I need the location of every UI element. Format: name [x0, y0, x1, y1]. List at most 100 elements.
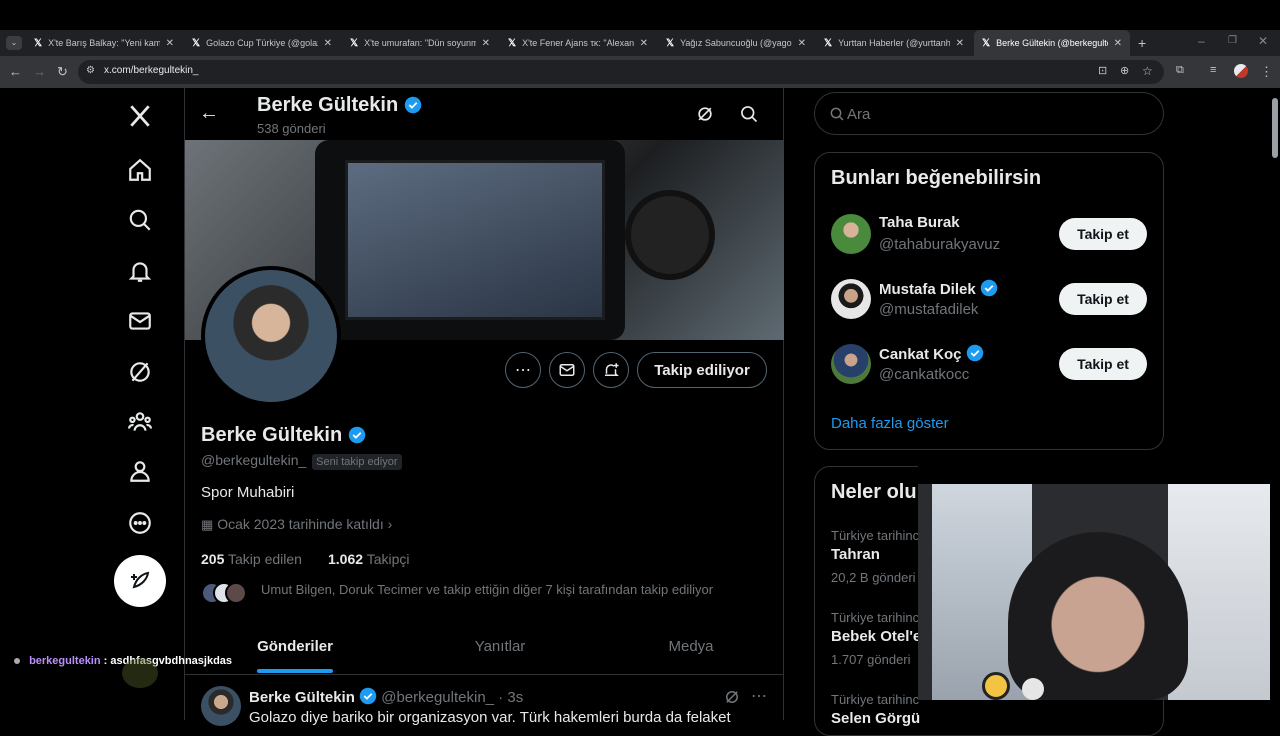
omnibox[interactable]: ⚙: [78, 60, 1164, 84]
follow-button[interactable]: Takip et: [1059, 283, 1147, 315]
follow-button[interactable]: Takip et: [1059, 348, 1147, 380]
close-icon[interactable]: ✕: [166, 38, 174, 49]
post-avatar[interactable]: [201, 686, 241, 726]
browser-tab[interactable]: 𝕏 X'te Fener Ajans τκ: "Alexander ✕: [500, 30, 656, 56]
trend-context: Türkiye tarihinc: [831, 610, 920, 625]
tab-media[interactable]: Medya: [668, 638, 713, 655]
verified-badge-icon: [359, 687, 377, 705]
compose-post-button[interactable]: [114, 555, 166, 607]
suggestion-name-row[interactable]: Cankat Koç: [879, 344, 984, 363]
joined-date[interactable]: ▦ Ocak 2023 tarihinde katıldı ›: [201, 516, 392, 533]
follow-button[interactable]: Takip et: [1059, 218, 1147, 250]
restore-icon[interactable]: ❐: [1228, 35, 1237, 46]
panel-title: Neler olu: [831, 481, 917, 503]
post-author-name[interactable]: Berke Gültekin: [249, 689, 355, 706]
close-icon[interactable]: ✕: [324, 38, 332, 49]
extensions-icon[interactable]: ⧉: [1176, 64, 1184, 77]
bookmark-star-icon[interactable]: ☆: [1142, 64, 1153, 78]
communities-icon[interactable]: [124, 406, 156, 438]
search-input[interactable]: [847, 103, 1147, 125]
more-menu-icon[interactable]: ⋮: [1260, 64, 1273, 80]
x-logo-icon[interactable]: [124, 100, 156, 132]
suggestion-handle[interactable]: @mustafadilek: [879, 301, 978, 318]
avatar[interactable]: [831, 214, 871, 254]
scrollbar[interactable]: [1270, 88, 1280, 720]
camera-screen: [345, 160, 605, 320]
search-box[interactable]: [814, 92, 1164, 135]
site-info-icon[interactable]: ⚙: [86, 65, 95, 76]
show-more-link[interactable]: Daha fazla göster: [831, 415, 949, 432]
close-icon[interactable]: ✕: [482, 38, 490, 49]
trend-name[interactable]: Selen Görgü: [831, 710, 920, 727]
message-button[interactable]: [549, 352, 585, 388]
suggestion-handle[interactable]: @cankatkocc: [879, 366, 969, 383]
close-icon[interactable]: ✕: [956, 38, 964, 49]
explore-search-icon[interactable]: [124, 204, 156, 236]
search-icon[interactable]: [739, 104, 759, 129]
install-icon[interactable]: ⊡: [1098, 64, 1107, 77]
avatar[interactable]: [831, 279, 871, 319]
post-time[interactable]: · 3s: [498, 689, 523, 706]
suggestion-name: Cankat Koç: [879, 346, 962, 363]
address-bar: ← → ↻ ⚙ x.com/berkegultekin_ ⊡ ⊕ ☆ ⧉ ≡ ⋮: [0, 56, 1280, 88]
url-text[interactable]: x.com/berkegultekin_: [104, 65, 199, 76]
header-name: Berke Gültekin: [257, 94, 422, 117]
grok-icon[interactable]: [723, 688, 741, 711]
profile-avatar[interactable]: [201, 266, 341, 406]
more-icon[interactable]: [124, 507, 156, 539]
minimize-icon[interactable]: –: [1198, 34, 1205, 48]
followers-count: 1.062: [328, 551, 364, 567]
divider: [185, 674, 784, 675]
suggestion-name[interactable]: Taha Burak: [879, 214, 960, 231]
following-button[interactable]: Takip ediliyor: [637, 352, 767, 388]
media-controls-icon[interactable]: ≡: [1210, 64, 1216, 76]
mutual-followers-avatars[interactable]: [201, 582, 249, 604]
followers-stat[interactable]: 1.062 Takipçi: [328, 551, 409, 567]
close-icon[interactable]: ✕: [640, 38, 648, 49]
avatar[interactable]: [831, 344, 871, 384]
webcam-person: [1008, 532, 1188, 700]
home-icon[interactable]: [124, 154, 156, 186]
post-more-icon[interactable]: ⋯: [751, 686, 767, 706]
trend-name[interactable]: Tahran: [831, 546, 880, 563]
panel-title: Bunları beğenebilirsin: [831, 167, 1042, 189]
profile-handle-row: @berkegultekin_ Seni takip ediyor: [201, 452, 402, 470]
browser-tab[interactable]: 𝕏 X'te umurafan: "Dün soyunma ✕: [342, 30, 498, 56]
tab-search-chevron-icon[interactable]: ⌄: [6, 36, 22, 50]
back-arrow-icon[interactable]: ←: [9, 64, 22, 79]
zoom-icon[interactable]: ⊕: [1120, 64, 1129, 77]
following-stat[interactable]: 205 Takip edilen: [201, 551, 302, 567]
following-count: 205: [201, 551, 225, 567]
grok-icon[interactable]: [695, 104, 715, 129]
post-author-handle[interactable]: @berkegultekin_: [381, 689, 494, 706]
browser-tab[interactable]: 𝕏 Yağız Sabuncuoğlu (@yagosab ✕: [658, 30, 814, 56]
tab-label: Yağız Sabuncuoğlu (@yagosab: [680, 38, 792, 48]
notifications-bell-icon[interactable]: [124, 255, 156, 287]
post-count: 538 gönderi: [257, 121, 326, 136]
browser-tab-active[interactable]: 𝕏 Berke Gültekin (@berkegultek ✕: [974, 30, 1130, 56]
trend-name[interactable]: Bebek Otel'e: [831, 628, 921, 645]
suggestion-name-row[interactable]: Mustafa Dilek: [879, 279, 998, 298]
more-options-button[interactable]: ⋯: [505, 352, 541, 388]
scrollbar-thumb[interactable]: [1272, 98, 1278, 158]
messages-envelope-icon[interactable]: [124, 305, 156, 337]
close-icon[interactable]: ✕: [1114, 38, 1122, 49]
browser-tab[interactable]: 𝕏 Golazo Cup Türkiye (@golazoc ✕: [184, 30, 340, 56]
reload-icon[interactable]: ↻: [57, 64, 68, 80]
forward-arrow-icon[interactable]: →: [33, 64, 46, 79]
suggestion-handle[interactable]: @tahaburakyavuz: [879, 236, 1000, 253]
new-tab-icon[interactable]: +: [1138, 35, 1146, 51]
tab-posts[interactable]: Gönderiler: [257, 638, 333, 655]
browser-tab[interactable]: 𝕏 Yurttan Haberler (@yurttanhab ✕: [816, 30, 972, 56]
close-icon[interactable]: ✕: [798, 38, 806, 49]
profile-avatar-icon[interactable]: [1234, 64, 1248, 78]
grok-icon[interactable]: [124, 356, 156, 388]
back-arrow-icon[interactable]: ←: [199, 102, 219, 125]
close-window-icon[interactable]: ✕: [1258, 34, 1268, 48]
browser-tab[interactable]: 𝕏 X'te Barış Balkay: "Yeni kamera ✕: [26, 30, 182, 56]
followed-by-text[interactable]: Umut Bilgen, Doruk Tecimer ve takip etti…: [261, 582, 713, 597]
tab-replies[interactable]: Yanıtlar: [475, 638, 526, 655]
chat-dot-icon: [14, 658, 20, 664]
notify-button[interactable]: [593, 352, 629, 388]
profile-icon[interactable]: [124, 455, 156, 487]
